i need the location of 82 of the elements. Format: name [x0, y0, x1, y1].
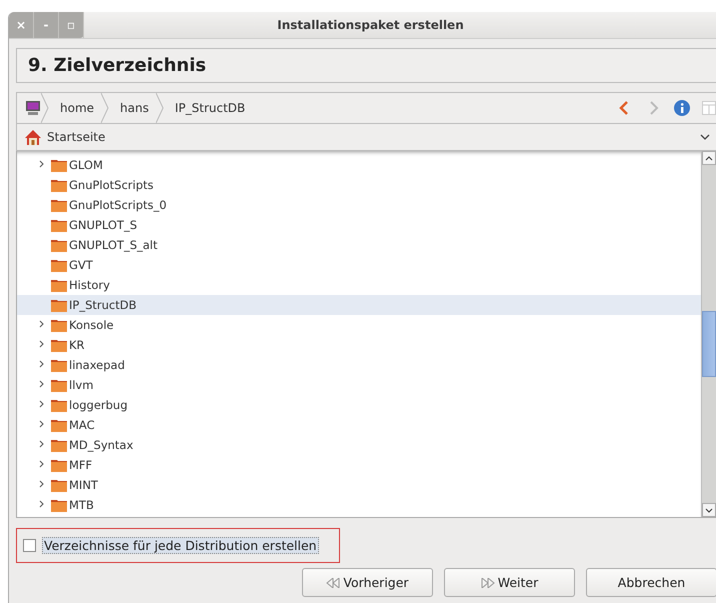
double-left-icon — [326, 578, 340, 588]
expander-icon[interactable] — [39, 380, 45, 388]
folder-icon — [51, 198, 67, 212]
dialog-button[interactable]: Abbrechen — [586, 568, 716, 597]
scrollbar[interactable] — [701, 151, 716, 517]
folder-icon — [51, 178, 67, 192]
folder-icon — [51, 398, 67, 412]
folder-name: GNUPLOT_S — [69, 218, 137, 232]
folder-name: GLOM — [69, 158, 103, 172]
expander-icon[interactable] — [39, 480, 45, 488]
expander-icon[interactable] — [39, 360, 45, 368]
checkbox-label[interactable]: Verzeichnisse für jede Distribution erstellen — [42, 537, 319, 554]
double-right-icon — [480, 578, 495, 588]
folder-row[interactable]: MD_Syntax — [17, 435, 701, 455]
expander-icon[interactable] — [39, 420, 45, 428]
expander-icon[interactable] — [39, 440, 45, 448]
folder-icon — [51, 258, 67, 272]
window-title: Installationspaket erstellen — [276, 18, 465, 32]
folder-row[interactable]: MFF — [17, 455, 701, 475]
expander-icon[interactable] — [39, 340, 45, 348]
folder-name: GnuPlotScripts_0 — [69, 198, 167, 212]
folder-name: MINT — [69, 478, 98, 492]
computer-icon[interactable] — [25, 100, 41, 116]
folder-row[interactable]: llvm — [17, 375, 701, 395]
folder-name: loggerbug — [69, 398, 128, 412]
folder-icon — [51, 338, 67, 352]
folder-row[interactable]: GnuPlotScripts_0 — [17, 195, 701, 215]
folder-name: MD_Syntax — [69, 438, 134, 452]
folder-icon — [51, 158, 67, 172]
folder-name: MAC — [69, 418, 95, 432]
home-icon[interactable] — [25, 130, 41, 144]
folder-row[interactable]: MAC — [17, 415, 701, 435]
folder-name: GNUPLOT_S_alt — [69, 238, 158, 252]
scroll-thumb[interactable] — [702, 311, 716, 377]
folder-name: Konsole — [69, 318, 114, 332]
dialog-button[interactable]: Weiter — [444, 568, 575, 597]
expander-icon[interactable] — [39, 320, 45, 328]
step-heading: 9. Zielverzeichnis — [16, 48, 716, 83]
folder-icon — [51, 478, 67, 492]
folder-name: IP_StructDB — [69, 298, 136, 312]
chevron-down-icon[interactable] — [700, 133, 710, 141]
folder-name: GVT — [69, 258, 93, 272]
folder-name: History — [69, 278, 110, 292]
folder-row[interactable]: GVT — [17, 255, 701, 275]
folder-icon — [51, 298, 67, 312]
folder-row[interactable]: GLOM — [17, 155, 701, 175]
folder-name: KR — [69, 338, 85, 352]
folder-icon — [51, 378, 67, 392]
folder-name: GnuPlotScripts — [69, 178, 154, 192]
info-icon[interactable] — [674, 100, 690, 116]
folder-icon — [51, 438, 67, 452]
folder-row[interactable]: Konsole — [17, 315, 701, 335]
folder-row[interactable]: linaxepad — [17, 355, 701, 375]
folder-icon — [51, 358, 67, 372]
scroll-up-icon[interactable] — [705, 156, 713, 160]
folder-row[interactable]: History — [17, 275, 701, 295]
folder-row[interactable]: MINT — [17, 475, 701, 495]
folder-name: linaxepad — [69, 358, 125, 372]
folder-name: MTB — [69, 498, 94, 512]
folder-row[interactable]: GnuPlotScripts — [17, 175, 701, 195]
dialog-button[interactable]: Vorheriger — [302, 568, 433, 597]
folder-name: llvm — [69, 378, 94, 392]
expander-icon[interactable] — [39, 460, 45, 468]
folder-icon — [51, 218, 67, 232]
expander-icon[interactable] — [39, 400, 45, 408]
folder-icon — [51, 238, 67, 252]
folder-icon — [51, 278, 67, 292]
folder-icon — [51, 458, 67, 472]
folder-name: MFF — [69, 458, 92, 472]
checkbox[interactable] — [23, 539, 36, 552]
scroll-down-icon[interactable] — [705, 508, 713, 512]
folder-row[interactable]: MTB — [17, 495, 701, 515]
folder-row[interactable]: loggerbug — [17, 395, 701, 415]
expander-icon[interactable] — [39, 160, 45, 168]
folder-row[interactable]: GNUPLOT_S — [17, 215, 701, 235]
folder-icon — [51, 498, 67, 512]
folder-row[interactable]: KR — [17, 335, 701, 355]
folder-icon — [51, 418, 67, 432]
folder-icon — [51, 318, 67, 332]
folder-row[interactable]: GNUPLOT_S_alt — [17, 235, 701, 255]
folder-row[interactable]: IP_StructDB — [17, 295, 701, 315]
expander-icon[interactable] — [39, 500, 45, 508]
